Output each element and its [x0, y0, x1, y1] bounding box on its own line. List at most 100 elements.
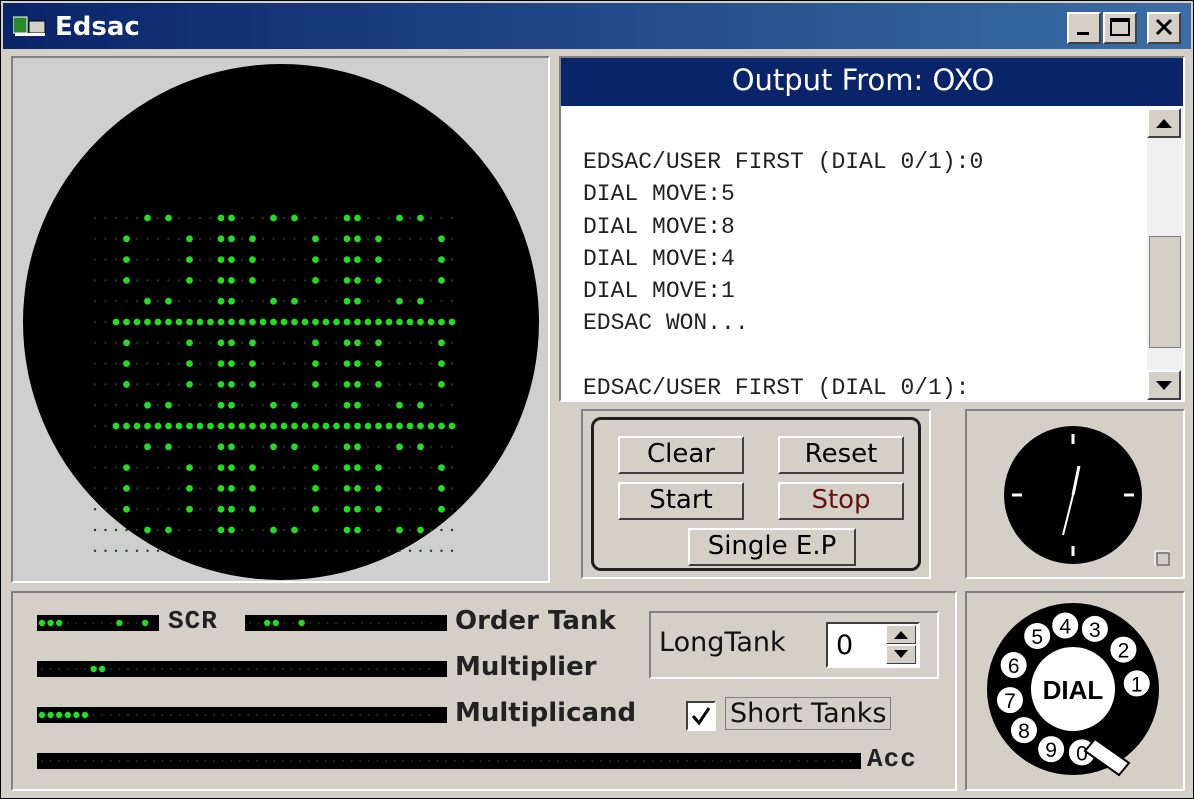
crt-dim-dot	[114, 279, 118, 282]
maximize-button[interactable]	[1103, 12, 1137, 44]
crt-lit-dot	[217, 360, 225, 367]
crt-dim-dot	[366, 528, 370, 532]
register-dim-dot	[403, 622, 406, 624]
crt-dim-dot	[177, 528, 181, 532]
dial-digit[interactable]: 0	[1076, 742, 1088, 765]
scroll-down-button[interactable]	[1147, 370, 1181, 400]
scrollbar-thumb[interactable]	[1149, 236, 1181, 348]
close-button[interactable]	[1147, 12, 1181, 44]
crt-dim-dot	[450, 300, 454, 303]
crt-dim-dot	[177, 404, 181, 407]
register-dim-dot	[324, 668, 327, 670]
crt-dim-dot	[167, 487, 170, 490]
short-tanks-label[interactable]: Short Tanks	[725, 697, 892, 730]
crt-dim-dot	[303, 237, 307, 240]
crt-lit-dot	[312, 360, 319, 367]
register-dim-dot	[539, 760, 542, 762]
crt-lit-dot	[438, 318, 445, 326]
dial-digit[interactable]: 8	[1018, 720, 1030, 743]
crt-dim-dot	[335, 216, 338, 220]
crt-dim-dot	[282, 237, 286, 240]
spin-down-button[interactable]	[886, 645, 916, 664]
dial-digit[interactable]: 6	[1008, 655, 1020, 678]
crt-dim-dot	[387, 216, 391, 220]
crt-dim-dot	[146, 383, 149, 386]
register-dim-dot	[238, 714, 241, 716]
register-dim-dot	[299, 760, 301, 762]
short-tanks-checkbox[interactable]	[686, 701, 716, 731]
crt-lit-dot	[175, 422, 183, 430]
crt-dim-dot	[314, 445, 317, 448]
crt-dim-dot	[209, 508, 212, 511]
register-lit-dot	[56, 619, 63, 627]
crt-lit-dot	[343, 297, 351, 305]
register-dim-dot	[299, 714, 301, 716]
crt-dim-dot	[398, 341, 401, 344]
crt-dim-dot	[114, 362, 118, 365]
start-button[interactable]: Start	[618, 482, 744, 520]
crt-dim-dot	[324, 445, 328, 448]
register-dim-dot	[230, 668, 233, 670]
crt-lit-dot	[270, 297, 277, 305]
register-dim-dot	[342, 668, 344, 670]
register-dim-dot	[574, 760, 577, 762]
dial-digit[interactable]: 1	[1131, 673, 1143, 696]
stop-button[interactable]: Stop	[778, 482, 904, 520]
dial-digit[interactable]: 2	[1118, 640, 1130, 663]
register-dim-dot	[109, 622, 112, 624]
register-dim-dot	[84, 760, 86, 762]
register-dim-dot	[170, 668, 172, 670]
minimize-button[interactable]	[1067, 12, 1101, 44]
title-bar[interactable]: Edsac	[3, 3, 1191, 49]
register-dim-dot	[283, 622, 286, 624]
dial-digit[interactable]: 7	[1004, 690, 1016, 713]
register-dim-dot	[385, 714, 387, 716]
crt-lit-dot	[438, 277, 445, 284]
crt-dim-dot	[429, 487, 433, 490]
register-dots	[41, 760, 852, 762]
clear-button[interactable]: Clear	[618, 436, 744, 474]
crt-dim-dot	[93, 341, 97, 344]
register-dim-dot	[92, 622, 95, 624]
register-dim-dot	[677, 760, 680, 762]
crt-dim-dot	[177, 362, 181, 365]
long-tank-spinner[interactable]: 0	[826, 622, 920, 668]
rotary-dial[interactable]: 123456 789 0 DIAL	[967, 593, 1183, 789]
crt-dim-dot	[303, 258, 307, 261]
crt-lit-dot	[396, 214, 403, 222]
crt-dim-dot	[335, 404, 338, 407]
crt-dim-dot	[135, 362, 139, 365]
crt-dim-dot	[387, 528, 391, 532]
dial-digit[interactable]: 9	[1045, 739, 1057, 762]
crt-dim-dot	[282, 466, 286, 469]
dial-digit[interactable]: 4	[1059, 615, 1071, 638]
crt-lit-dot	[249, 235, 256, 243]
output-line: DIAL MOVE:1	[583, 278, 735, 305]
scroll-up-button[interactable]	[1147, 108, 1181, 138]
crt-lit-dot	[396, 318, 403, 326]
register-dim-dot	[264, 714, 267, 716]
register-dots	[249, 619, 432, 627]
crt-dim-dot	[377, 445, 380, 448]
crt-dim-dot	[282, 549, 286, 552]
spin-up-button[interactable]	[886, 625, 916, 644]
dial-digit[interactable]: 5	[1031, 626, 1043, 649]
long-tank-value[interactable]: 0	[836, 630, 853, 661]
reset-button[interactable]: Reset	[778, 436, 904, 474]
dial-digit[interactable]: 3	[1089, 619, 1101, 642]
crt-dim-dot	[93, 383, 97, 386]
crt-lit-dot	[123, 422, 130, 430]
crt-lit-dot	[123, 505, 130, 513]
crt-lit-dot	[291, 526, 298, 534]
crt-lit-dot	[312, 485, 319, 492]
crt-dim-dot	[167, 362, 170, 365]
output-text[interactable]: EDSAC/USER FIRST (DIAL 0/1):0 DIAL MOVE:…	[583, 146, 983, 404]
crt-lit-dot	[438, 505, 445, 513]
crt-dim-dot	[303, 362, 307, 365]
output-scrollbar[interactable]	[1147, 108, 1183, 400]
register-dim-dot	[703, 760, 706, 762]
crt-dim-dot	[125, 300, 128, 303]
crt-lit-dot	[217, 318, 225, 326]
crt-dim-dot	[240, 445, 244, 448]
single-ep-button[interactable]: Single E.P	[688, 528, 856, 566]
